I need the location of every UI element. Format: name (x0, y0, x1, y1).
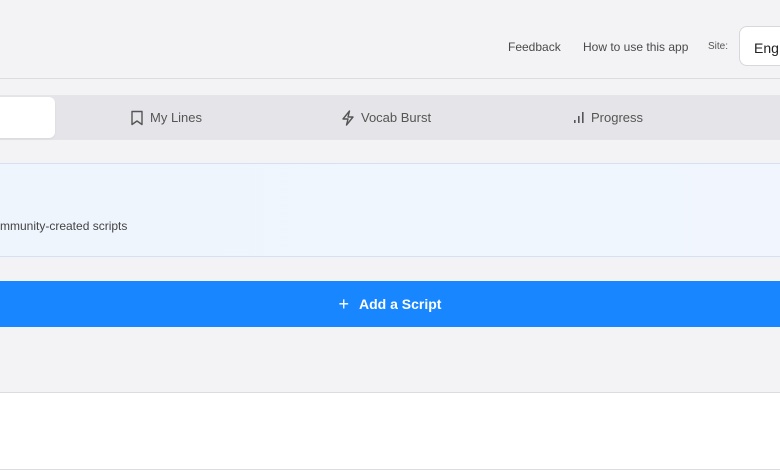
community-scripts-card[interactable]: mmunity-created scripts (0, 163, 780, 257)
add-script-button[interactable]: + Add a Script (0, 281, 780, 327)
site-label: Site: (708, 41, 729, 52)
feedback-link[interactable]: Feedback (508, 40, 561, 54)
tab-progress-label: Progress (591, 110, 644, 125)
lightning-icon (341, 109, 355, 126)
tab-my-lines[interactable]: My Lines (130, 95, 202, 140)
plus-icon: + (338, 294, 350, 314)
tab-vocab-burst-label: Vocab Burst (361, 110, 432, 125)
top-header: Feedback How to use this app Site: Eng (0, 0, 780, 79)
add-script-label: Add a Script (359, 296, 442, 312)
bookmark-icon (130, 110, 144, 126)
tab-active[interactable] (0, 97, 55, 138)
tab-bar: My Lines Vocab Burst Progress (0, 95, 780, 140)
content-panel (0, 392, 780, 470)
tab-my-lines-label: My Lines (150, 110, 203, 125)
info-card-text: mmunity-created scripts (0, 219, 128, 233)
language-select-value: Eng (754, 40, 779, 56)
how-to-use-link[interactable]: How to use this app (583, 40, 688, 54)
tab-progress[interactable]: Progress (573, 95, 643, 140)
tab-vocab-burst[interactable]: Vocab Burst (341, 95, 431, 140)
language-select[interactable]: Eng (739, 26, 780, 66)
bar-chart-icon (573, 111, 585, 125)
